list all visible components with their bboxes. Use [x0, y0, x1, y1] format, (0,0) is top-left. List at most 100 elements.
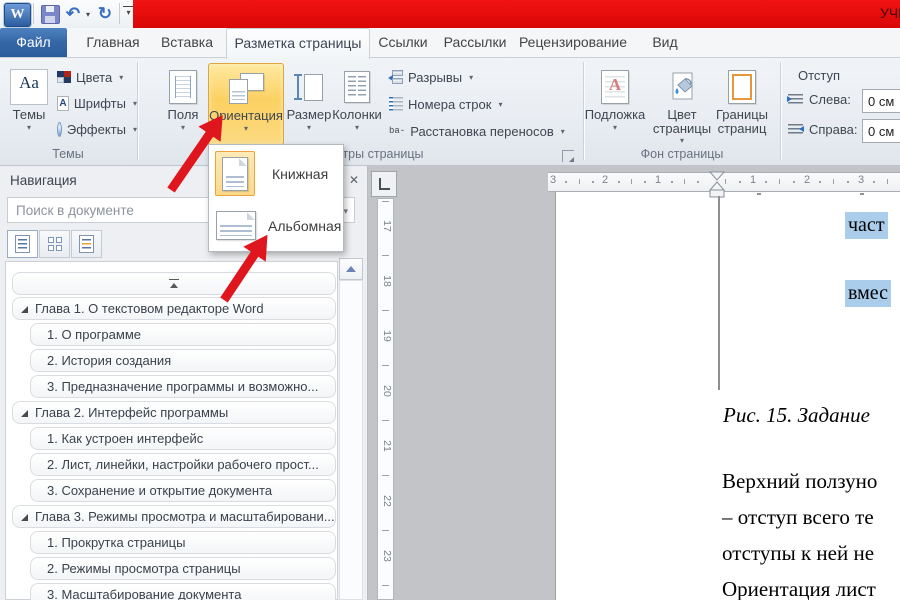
document-page[interactable] — [555, 192, 900, 600]
chevron-down-icon: ▾ — [469, 73, 473, 82]
vruler-number: 20 — [381, 383, 393, 399]
indent-right-row: Справа: — [788, 122, 858, 137]
hruler-number: 1 — [750, 174, 756, 186]
chevron-down-icon: ▾ — [680, 137, 684, 145]
undo-dropdown[interactable]: ▾ — [83, 3, 93, 25]
tab-stop-mark — [860, 193, 864, 195]
breaks-button[interactable]: Разрывы ▾ — [389, 65, 473, 89]
tab-review[interactable]: Рецензирование — [514, 28, 632, 57]
scroll-up-button[interactable] — [339, 258, 363, 280]
margins-button[interactable]: Поля ▾ — [160, 63, 206, 145]
nav-item[interactable]: 3. Масштабирование документа — [30, 583, 336, 600]
watermark-button[interactable]: А Подложка ▾ — [586, 63, 644, 145]
nav-item-chapter3[interactable]: Глава 3. Режимы просмотра и масштабирова… — [12, 505, 336, 528]
menu-item-landscape[interactable]: Альбомная — [210, 201, 342, 251]
indent-left-field[interactable]: 0 см — [862, 89, 900, 113]
nav-item-label: 2. Режимы просмотра страницы — [47, 561, 241, 576]
breaks-label: Разрывы — [408, 70, 462, 85]
orientation-button[interactable]: Ориентация ▾ — [208, 63, 284, 145]
theme-fonts-icon: A — [57, 96, 69, 111]
tab-page-layout[interactable]: Разметка страницы — [226, 28, 370, 59]
hruler-number: 1 — [655, 174, 661, 186]
nav-item[interactable]: 2. История создания — [30, 349, 336, 372]
tab-file[interactable]: Файл — [0, 28, 67, 57]
vruler-number: 23 — [381, 548, 393, 564]
hruler-number: 3 — [858, 174, 864, 186]
nav-item[interactable]: 2. Режимы просмотра страницы — [30, 557, 336, 580]
theme-fonts-button[interactable]: A Шрифты ▾ — [57, 91, 137, 115]
watermark-label: Подложка — [585, 108, 646, 122]
ribbon-tab-row: Файл Главная Вставка Разметка страницы С… — [0, 28, 900, 57]
theme-colors-button[interactable]: Цвета ▾ — [57, 65, 137, 89]
qat-separator — [119, 3, 120, 24]
browse-headings-tab[interactable] — [7, 230, 38, 258]
save-button[interactable] — [39, 3, 61, 25]
tab-selector-button[interactable] — [371, 171, 397, 197]
nav-item-chapter1[interactable]: Глава 1. О текстовом редакторе Word — [12, 297, 336, 320]
size-label: Размер — [287, 108, 332, 122]
nav-item[interactable]: 1. О программе — [30, 323, 336, 346]
tab-view[interactable]: Вид — [638, 28, 692, 57]
tab-references[interactable]: Ссылки — [372, 28, 434, 57]
indent-left-icon — [788, 94, 803, 105]
indent-marker[interactable] — [708, 171, 726, 201]
chevron-down-icon: ▾ — [498, 100, 502, 109]
page-color-button[interactable]: Цвет страницы ▾ — [650, 63, 714, 145]
indent-group-label: Отступ — [798, 68, 840, 83]
chevron-down-icon: ▾ — [561, 127, 565, 136]
jump-to-top-item[interactable] — [12, 272, 336, 295]
theme-effects-button[interactable]: Эффекты ▾ — [57, 117, 137, 141]
nav-item-label: 2. История создания — [47, 353, 171, 368]
collapse-triangle-icon[interactable] — [21, 306, 28, 313]
nav-item-chapter2[interactable]: Глава 2. Интерфейс программы — [12, 401, 336, 424]
hyphenation-button[interactable]: ba- Расстановка переносов ▾ — [389, 119, 565, 143]
word-logo-icon[interactable]: W — [4, 3, 31, 27]
size-button[interactable]: Размер ▾ — [285, 63, 333, 145]
nav-item[interactable]: 1. Как устроен интерфейс — [30, 427, 336, 450]
ruler-tick — [382, 201, 389, 202]
page-borders-button[interactable]: Границы страниц — [712, 63, 772, 145]
hruler-number: 2 — [602, 174, 608, 186]
hyphenation-icon: ba- — [389, 126, 405, 136]
line-numbers-icon — [389, 97, 403, 111]
nav-item[interactable]: 2. Лист, линейки, настройки рабочего про… — [30, 453, 336, 476]
dialog-launcher-icon[interactable] — [562, 150, 574, 162]
nav-item[interactable]: 3. Предназначение программы и возможно..… — [30, 375, 336, 398]
collapse-triangle-icon[interactable] — [21, 514, 28, 521]
chevron-down-icon: ▾ — [181, 124, 185, 132]
vruler-number: 21 — [381, 438, 393, 454]
word-application-window: W ↶ ▾ ↻ ▾ УЧЕБНИК ВОРД - Mic Файл Главна… — [0, 0, 900, 600]
page-borders-icon — [728, 70, 756, 104]
breaks-icon — [389, 70, 403, 84]
themes-button[interactable]: Aa Темы ▾ — [6, 63, 52, 145]
vertical-ruler — [377, 198, 394, 600]
tab-home[interactable]: Главная — [78, 28, 148, 57]
columns-button[interactable]: Колонки ▾ — [331, 63, 383, 145]
watermark-icon: А — [601, 70, 629, 104]
arrow-up-icon — [346, 266, 356, 272]
ruler-tick — [382, 475, 389, 476]
columns-icon — [344, 71, 370, 103]
redo-button[interactable]: ↻ — [95, 3, 115, 25]
menu-item-portrait[interactable]: Книжная — [210, 149, 342, 199]
left-tab-icon — [379, 178, 390, 190]
line-numbers-button[interactable]: Номера строк ▾ — [389, 92, 502, 116]
scrollbar-track[interactable] — [339, 280, 363, 600]
theme-fonts-label: Шрифты — [74, 96, 126, 111]
pages-view-icon — [48, 237, 62, 251]
figure-left-border — [718, 196, 720, 390]
tab-mailings[interactable]: Рассылки — [438, 28, 512, 57]
nav-item[interactable]: 1. Прокрутка страницы — [30, 531, 336, 554]
collapse-triangle-icon[interactable] — [21, 410, 28, 417]
browse-pages-tab[interactable] — [39, 230, 70, 258]
nav-item[interactable]: 3. Сохранение и открытие документа — [30, 479, 336, 502]
close-icon[interactable]: ✕ — [346, 172, 362, 188]
chevron-down-icon[interactable]: ▾ — [343, 206, 348, 217]
orientation-icon — [228, 72, 264, 104]
group-separator — [137, 62, 138, 160]
tab-insert[interactable]: Вставка — [152, 28, 222, 57]
highlighted-text: вмес — [845, 280, 891, 307]
indent-right-field[interactable]: 0 см — [862, 119, 900, 143]
undo-button[interactable]: ↶ — [63, 3, 83, 25]
browse-results-tab[interactable] — [71, 230, 102, 258]
